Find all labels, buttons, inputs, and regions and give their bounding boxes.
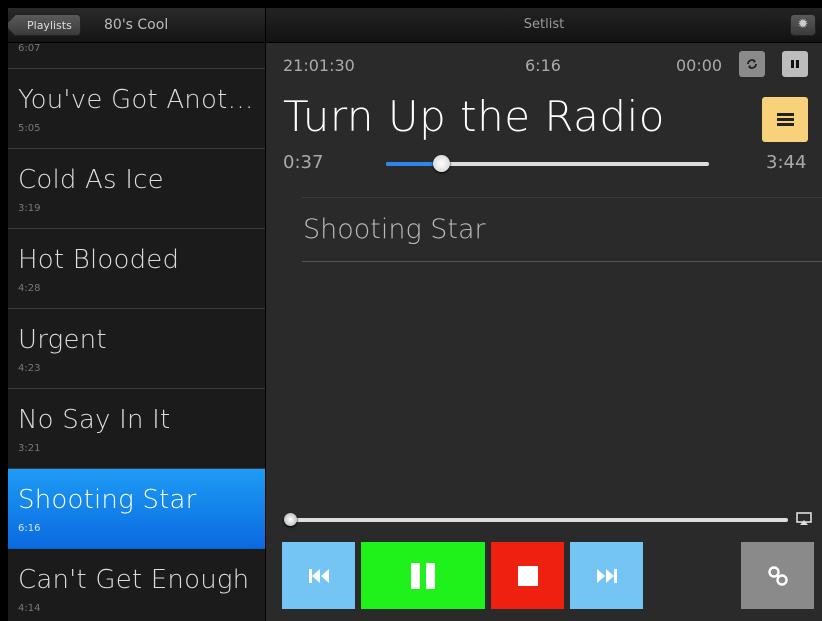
next-button[interactable] [570, 542, 643, 609]
song-duration: 4:23 [18, 363, 41, 374]
list-item[interactable]: Cold As Ice 3:19 [8, 149, 265, 229]
repeat-icon [747, 59, 757, 69]
back-button-label: Playlists [27, 19, 72, 32]
song-duration: 6:07 [18, 43, 41, 54]
skip-back-icon [308, 568, 329, 583]
song-title: Cold As Ice [18, 165, 164, 195]
pause-small-button[interactable] [782, 51, 808, 77]
volume-slider[interactable] [284, 513, 788, 526]
list-item[interactable]: No Say In It 3:21 [8, 389, 265, 469]
song-title: Shooting Star [18, 485, 197, 515]
list-item-selected[interactable]: Shooting Star 6:16 [8, 469, 265, 549]
progress-knob[interactable] [432, 155, 450, 172]
menu-list-button[interactable] [762, 97, 808, 142]
skip-forward-icon [596, 568, 617, 583]
next-song-title[interactable]: Shooting Star [303, 214, 486, 245]
counter: 00:00 [676, 56, 723, 75]
song-title: Can't Get Enough [18, 565, 250, 595]
page-title: Setlist [523, 17, 565, 32]
player-panel: Setlist ✹ 21:01:30 6:16 00:00 Turn Up th… [266, 8, 822, 621]
volume-knob[interactable] [284, 513, 297, 526]
settings-button[interactable]: ✹ [790, 14, 816, 36]
link-button[interactable] [741, 542, 814, 609]
song-length: 6:16 [525, 56, 561, 75]
song-title: Hot Blooded [18, 245, 180, 275]
list-item[interactable]: Urgent 4:23 [8, 309, 265, 389]
song-list: 6:07 You've Got Anoth... 5:05 Cold As Ic… [8, 43, 265, 621]
divider [302, 197, 822, 198]
song-duration: 6:16 [18, 523, 41, 534]
progress-slider[interactable] [386, 155, 709, 172]
elapsed-time: 0:37 [283, 152, 324, 173]
song-duration: 3:21 [18, 443, 41, 454]
gear-icon: ✹ [797, 17, 809, 32]
clock: 21:01:30 [283, 56, 355, 75]
list-item[interactable]: 6:07 [8, 43, 265, 69]
song-title: No Say In It [18, 405, 171, 435]
pause-icon [411, 562, 435, 589]
airplay-icon[interactable] [796, 512, 812, 526]
list-item[interactable]: Can't Get Enough 4:14 [8, 549, 265, 621]
song-duration: 3:19 [18, 203, 41, 214]
previous-button[interactable] [282, 542, 355, 609]
link-icon [767, 565, 788, 586]
song-duration: 5:05 [18, 123, 41, 134]
now-playing-title: Turn Up the Radio [283, 92, 665, 141]
stop-icon [517, 565, 538, 586]
playlists-back-button[interactable]: Playlists [12, 14, 81, 36]
playlist-name: 80's Cool [104, 17, 169, 33]
song-title: You've Got Anoth... [18, 85, 258, 115]
list-item[interactable]: You've Got Anoth... 5:05 [8, 69, 265, 149]
playlist-sidebar: Playlists 80's Cool 6:07 You've Got Anot… [8, 8, 265, 621]
pause-icon [791, 60, 799, 68]
sidebar-header: Playlists 80's Cool [8, 8, 265, 43]
list-item[interactable]: Hot Blooded 4:28 [8, 229, 265, 309]
play-pause-button[interactable] [361, 542, 485, 609]
main-header: Setlist ✹ [266, 8, 822, 43]
song-duration: 4:14 [18, 603, 41, 614]
stop-button[interactable] [491, 542, 564, 609]
remaining-time: 3:44 [766, 152, 807, 173]
divider [302, 261, 822, 262]
repeat-button[interactable] [739, 51, 765, 77]
song-duration: 4:28 [18, 283, 41, 294]
song-title: Urgent [18, 325, 107, 355]
